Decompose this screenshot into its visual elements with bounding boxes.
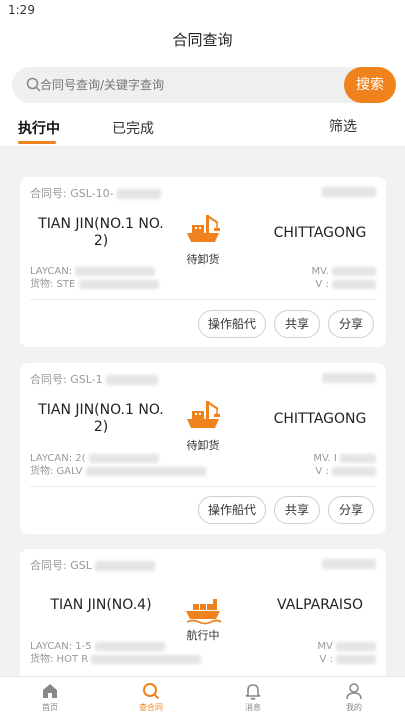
redacted-text [91, 654, 202, 664]
vessel-label: MV. [311, 266, 329, 277]
bell-icon [245, 684, 261, 700]
collaborate-button[interactable]: 共享 [274, 496, 320, 524]
laycan-label: LAYCAN: 2( [30, 453, 86, 464]
nav-profile[interactable]: 我的 [324, 681, 384, 713]
contract-number: 合同号: GSL-1 [30, 371, 159, 387]
nav-label: 查合同 [139, 703, 163, 712]
contract-number-label: 合同号: GSL-10- [30, 187, 114, 200]
redacted-date [322, 187, 376, 197]
shipment-status: 待卸货 [186, 439, 220, 452]
search-input[interactable] [40, 73, 340, 97]
share-button[interactable]: 分享 [328, 496, 374, 524]
contract-number-label: 合同号: GSL-1 [30, 373, 103, 386]
cargo-label: 货物: HOT R [30, 654, 89, 665]
laycan-label: LAYCAN: 1-5 [30, 641, 92, 652]
status-time: 1:29 [8, 3, 35, 17]
contract-card[interactable]: 合同号: GSL TIAN JIN(NO.4) 航行中 VALPARAISO L… [20, 549, 386, 689]
search-box[interactable] [12, 67, 382, 103]
redacted-text [332, 279, 376, 289]
laycan-info: LAYCAN: 货物: STE [30, 265, 159, 291]
home-icon [43, 684, 57, 698]
redacted-text [78, 279, 159, 289]
unloading-ship-icon [187, 401, 220, 428]
cargo-label: 货物: STE [30, 279, 76, 290]
redacted-text [340, 453, 376, 463]
vessel-label: MV [317, 641, 333, 652]
nav-label: 消息 [245, 703, 261, 712]
redacted-text [336, 641, 376, 651]
origin-port: TIAN JIN(NO.4) [50, 597, 152, 613]
filter-button[interactable]: 筛选 [329, 116, 357, 136]
nav-label: 首页 [42, 703, 58, 712]
redacted-text [85, 466, 206, 476]
vessel-info: MV V : [317, 640, 376, 666]
redacted-text [88, 453, 159, 463]
header: 合同查询 [0, 22, 405, 58]
status-bar: 1:29 [0, 0, 405, 22]
redacted-text [106, 375, 159, 385]
voyage-label: V : [315, 279, 329, 290]
bottom-nav: 首页 查合同 消息 我的 [0, 676, 405, 720]
nav-label: 我的 [346, 703, 362, 712]
collaborate-button[interactable]: 共享 [274, 310, 320, 338]
shipment-status: 待卸货 [186, 253, 220, 266]
origin-port: TIAN JIN(NO.1 NO. 2) [38, 402, 164, 435]
unloading-ship-icon [187, 215, 220, 242]
agent-operation-button[interactable]: 操作船代 [198, 496, 266, 524]
redacted-text [75, 266, 156, 276]
laycan-info: LAYCAN: 1-5 货物: HOT R [30, 640, 202, 666]
page-title: 合同查询 [172, 31, 233, 49]
contract-card[interactable]: 合同号: GSL-1 TIAN JIN(NO.1 NO. 2) 待卸货 CHIT… [20, 363, 386, 534]
tab-completed[interactable]: 已完成 [112, 118, 154, 138]
contract-number: 合同号: GSL [30, 557, 156, 573]
nav-home[interactable]: 首页 [20, 681, 80, 713]
nav-contracts[interactable]: 查合同 [121, 681, 181, 713]
origin-port: TIAN JIN(NO.1 NO. 2) [38, 216, 164, 249]
search-icon [143, 683, 160, 700]
redacted-text [95, 561, 156, 571]
user-icon [346, 683, 362, 700]
laycan-label: LAYCAN: [30, 266, 73, 277]
contract-number-label: 合同号: GSL [30, 559, 92, 572]
laycan-info: LAYCAN: 2( 货物: GALV [30, 452, 206, 478]
vessel-info: MV. V : [311, 265, 376, 291]
card-divider [30, 486, 376, 487]
redacted-text [332, 266, 376, 276]
redacted-text [332, 466, 376, 476]
vessel-label: MV. I [313, 453, 337, 464]
nav-messages[interactable]: 消息 [223, 681, 283, 713]
active-tab-indicator [18, 141, 56, 144]
destination-port: VALPARAISO [277, 597, 363, 613]
destination-port: CHITTAGONG [273, 411, 367, 427]
agent-operation-button[interactable]: 操作船代 [198, 310, 266, 338]
redacted-text [117, 189, 162, 199]
destination-port: CHITTAGONG [273, 225, 367, 241]
voyage-label: V : [319, 654, 333, 665]
voyage-label: V : [315, 466, 329, 477]
redacted-date [322, 559, 376, 569]
search-button[interactable]: 搜索 [344, 67, 396, 103]
tab-bar: 执行中 已完成 筛选 [0, 110, 405, 146]
redacted-text [336, 654, 376, 664]
search-row: 搜索 [0, 58, 405, 110]
share-button[interactable]: 分享 [328, 310, 374, 338]
contract-number: 合同号: GSL-10- [30, 185, 162, 201]
cargo-label: 货物: GALV [30, 466, 83, 477]
redacted-date [322, 373, 376, 383]
sailing-ship-icon [186, 599, 222, 625]
contract-card[interactable]: 合同号: GSL-10- TIAN JIN(NO.1 NO. 2) 待卸货 CH… [20, 177, 386, 347]
redacted-text [94, 641, 165, 651]
vessel-info: MV. I V : [313, 452, 376, 478]
tab-in-progress[interactable]: 执行中 [18, 118, 60, 138]
card-divider [30, 299, 376, 300]
